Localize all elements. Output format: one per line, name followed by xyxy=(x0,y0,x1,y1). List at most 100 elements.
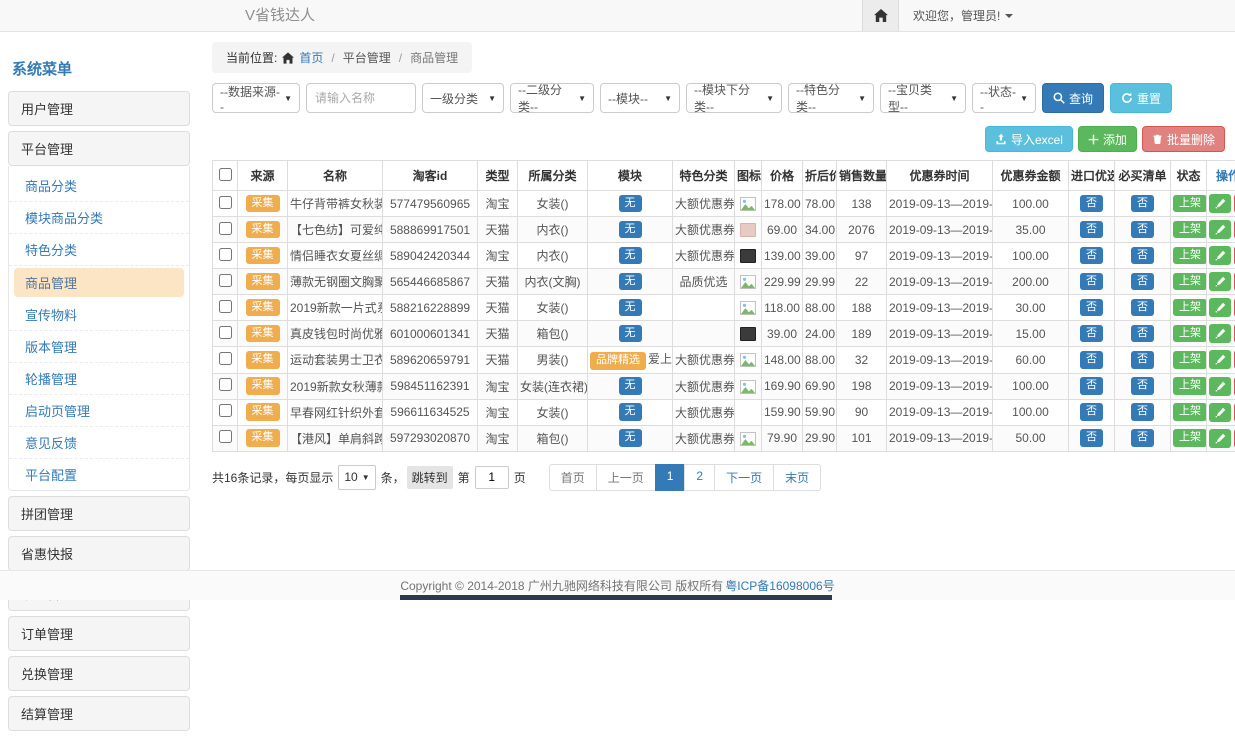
sidebar-item-platform-config[interactable]: 平台配置 xyxy=(9,459,189,490)
page-button-2[interactable]: 2 xyxy=(684,464,715,491)
sidebar-group-user-mgmt[interactable]: 用户管理 xyxy=(8,91,190,126)
edit-button[interactable] xyxy=(1209,272,1231,291)
status-badge[interactable]: 上架 xyxy=(1173,377,1207,395)
row-checkbox[interactable] xyxy=(219,222,232,235)
import-toggle-badge[interactable]: 否 xyxy=(1080,377,1103,395)
edit-button[interactable] xyxy=(1209,246,1231,265)
status-badge[interactable]: 上架 xyxy=(1173,325,1207,343)
type-cell: 天猫 xyxy=(478,269,518,295)
import-toggle-badge[interactable]: 否 xyxy=(1080,429,1103,447)
item-type-select[interactable]: --宝贝类型--▼ xyxy=(880,83,966,113)
import-excel-button[interactable]: 导入excel xyxy=(985,126,1073,152)
select-all-checkbox[interactable] xyxy=(219,168,232,181)
data-source-select[interactable]: --数据来源--▼ xyxy=(212,83,300,113)
row-checkbox[interactable] xyxy=(219,378,232,391)
sidebar-group-exchange-mgmt[interactable]: 兑换管理 xyxy=(8,656,190,691)
page-size-select[interactable]: 10 ▼ xyxy=(338,465,375,490)
edit-button[interactable] xyxy=(1209,194,1231,213)
icp-link[interactable]: 粤ICP备16098006号 xyxy=(725,577,834,594)
add-button[interactable]: 添加 xyxy=(1078,126,1137,152)
import-toggle-badge[interactable]: 否 xyxy=(1080,247,1103,265)
sidebar-item-promo-material[interactable]: 宣传物料 xyxy=(9,299,189,331)
must-buy-toggle-badge[interactable]: 否 xyxy=(1131,429,1154,447)
sidebar-item-feedback[interactable]: 意见反馈 xyxy=(9,427,189,459)
row-checkbox[interactable] xyxy=(219,404,232,417)
must-buy-toggle-badge[interactable]: 否 xyxy=(1131,351,1154,369)
home-button[interactable] xyxy=(862,0,899,31)
page-button-末页[interactable]: 末页 xyxy=(773,464,821,491)
module-select[interactable]: --模块--▼ xyxy=(600,83,680,113)
sidebar-group-groupbuy-mgmt[interactable]: 拼团管理 xyxy=(8,496,190,531)
row-checkbox[interactable] xyxy=(219,300,232,313)
row-checkbox[interactable] xyxy=(219,430,232,443)
edit-button[interactable] xyxy=(1209,377,1231,396)
import-toggle-badge[interactable]: 否 xyxy=(1080,273,1103,291)
horizontal-scrollbar-thumb[interactable] xyxy=(400,595,832,600)
must-buy-toggle-badge[interactable]: 否 xyxy=(1131,299,1154,317)
page-button-上一页[interactable]: 上一页 xyxy=(596,464,656,491)
page-button-下一页[interactable]: 下一页 xyxy=(714,464,774,491)
user-menu[interactable]: 欢迎您，管理员! xyxy=(899,0,1027,31)
status-badge[interactable]: 上架 xyxy=(1173,221,1207,239)
status-badge[interactable]: 上架 xyxy=(1173,247,1207,265)
module-subcategory-select[interactable]: --模块下分类--▼ xyxy=(686,83,782,113)
must-buy-toggle-badge[interactable]: 否 xyxy=(1131,221,1154,239)
must-buy-toggle-badge[interactable]: 否 xyxy=(1131,247,1154,265)
sidebar-group-order-mgmt[interactable]: 订单管理 xyxy=(8,616,190,651)
sidebar-item-feature-category[interactable]: 特色分类 xyxy=(9,234,189,266)
jump-page-input[interactable] xyxy=(475,466,509,489)
import-toggle-badge[interactable]: 否 xyxy=(1080,221,1103,239)
status-badge[interactable]: 上架 xyxy=(1173,403,1207,421)
edit-button[interactable] xyxy=(1209,403,1231,422)
sidebar-item-goods-mgmt[interactable]: 商品管理 xyxy=(14,268,184,297)
level2-category-select[interactable]: --二级分类--▼ xyxy=(510,83,594,113)
search-button[interactable]: 查询 xyxy=(1042,83,1104,113)
sidebar-item-splash-mgmt[interactable]: 启动页管理 xyxy=(9,395,189,427)
status-badge[interactable]: 上架 xyxy=(1173,195,1207,213)
status-badge[interactable]: 上架 xyxy=(1173,351,1207,369)
status-select[interactable]: --状态--▼ xyxy=(972,83,1036,113)
edit-button[interactable] xyxy=(1209,429,1231,448)
row-checkbox[interactable] xyxy=(219,248,232,261)
level1-category-select[interactable]: 一级分类▼ xyxy=(422,83,504,113)
breadcrumb-home-link[interactable]: 首页 xyxy=(299,49,323,66)
sidebar-item-version-mgmt[interactable]: 版本管理 xyxy=(9,331,189,363)
import-select-cell: 否 xyxy=(1069,399,1115,425)
sidebar-item-module-goods-category[interactable]: 模块商品分类 xyxy=(9,202,189,234)
edit-button[interactable] xyxy=(1209,298,1231,317)
must-buy-toggle-badge[interactable]: 否 xyxy=(1131,273,1154,291)
row-checkbox[interactable] xyxy=(219,196,232,209)
jump-button[interactable]: 跳转到 xyxy=(407,466,453,489)
import-toggle-badge[interactable]: 否 xyxy=(1080,325,1103,343)
sidebar-group-saving-express[interactable]: 省惠快报 xyxy=(8,536,190,571)
edit-button[interactable] xyxy=(1209,220,1231,239)
import-toggle-badge[interactable]: 否 xyxy=(1080,403,1103,421)
must-buy-toggle-badge[interactable]: 否 xyxy=(1131,377,1154,395)
status-badge[interactable]: 上架 xyxy=(1173,273,1207,291)
sidebar-group-settlement-mgmt[interactable]: 结算管理 xyxy=(8,696,190,731)
import-toggle-badge[interactable]: 否 xyxy=(1080,299,1103,317)
must-buy-toggle-badge[interactable]: 否 xyxy=(1131,403,1154,421)
page-button-1[interactable]: 1 xyxy=(655,464,686,491)
sidebar-item-carousel-mgmt[interactable]: 轮播管理 xyxy=(9,363,189,395)
reset-button[interactable]: 重置 xyxy=(1110,83,1172,113)
name-input[interactable] xyxy=(306,83,416,113)
row-checkbox[interactable] xyxy=(219,274,232,287)
column-header-7: 图标 xyxy=(735,161,762,191)
must-buy-toggle-badge[interactable]: 否 xyxy=(1131,325,1154,343)
status-badge[interactable]: 上架 xyxy=(1173,429,1207,447)
price-cell: 148.00 xyxy=(762,347,803,374)
status-badge[interactable]: 上架 xyxy=(1173,299,1207,317)
row-checkbox[interactable] xyxy=(219,352,232,365)
import-toggle-badge[interactable]: 否 xyxy=(1080,351,1103,369)
feature-category-select[interactable]: --特色分类--▼ xyxy=(788,83,874,113)
edit-button[interactable] xyxy=(1209,350,1231,369)
edit-button[interactable] xyxy=(1209,324,1231,343)
must-buy-toggle-badge[interactable]: 否 xyxy=(1131,195,1154,213)
row-checkbox[interactable] xyxy=(219,326,232,339)
batch-delete-button[interactable]: 批量删除 xyxy=(1142,126,1225,152)
import-toggle-badge[interactable]: 否 xyxy=(1080,195,1103,213)
sidebar-item-goods-category[interactable]: 商品分类 xyxy=(9,170,189,202)
page-button-首页[interactable]: 首页 xyxy=(549,464,597,491)
sidebar-group-platform-mgmt[interactable]: 平台管理 xyxy=(8,131,190,166)
